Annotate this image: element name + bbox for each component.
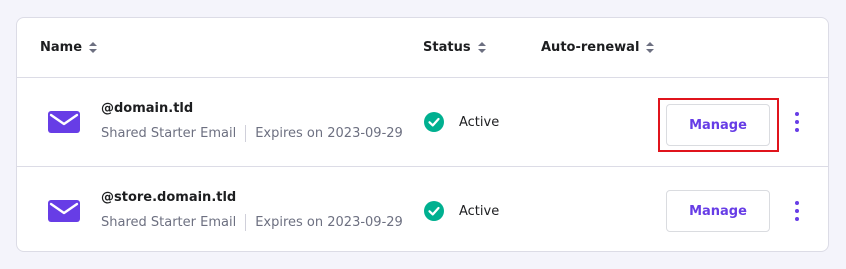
expiry-date: Expires on 2023-09-29 (255, 215, 403, 230)
table-row: @domain.tld Shared Starter Email Expires… (17, 78, 828, 166)
column-header-label: Auto-renewal (541, 40, 640, 55)
sort-arrows-icon (89, 42, 98, 53)
domain-name: @store.domain.tld (101, 190, 237, 205)
email-envelope-icon (48, 111, 80, 133)
divider (245, 214, 247, 231)
plan-info: Shared Starter Email Expires on 2023-09-… (101, 125, 403, 142)
sort-arrows-icon (646, 42, 655, 53)
table-header: Name Status Auto-renewal (17, 18, 828, 78)
kebab-menu-icon[interactable] (791, 201, 803, 221)
column-header-status[interactable]: Status (423, 40, 486, 55)
manage-button[interactable]: Manage (666, 190, 770, 232)
column-header-auto-renewal[interactable]: Auto-renewal (541, 40, 655, 55)
domain-name: @domain.tld (101, 101, 194, 116)
divider (245, 125, 247, 142)
check-circle-icon (424, 201, 444, 221)
status-badge: Active (459, 114, 500, 130)
kebab-menu-icon[interactable] (791, 112, 803, 132)
status-badge: Active (459, 203, 500, 219)
column-header-label: Status (423, 40, 471, 55)
sort-arrows-icon (477, 42, 486, 53)
manage-button[interactable]: Manage (666, 104, 770, 146)
plan-name: Shared Starter Email (101, 126, 237, 141)
plan-name: Shared Starter Email (101, 215, 237, 230)
check-circle-icon (424, 112, 444, 132)
status-cell: Active (424, 112, 499, 132)
status-cell: Active (424, 201, 499, 221)
table-row: @store.domain.tld Shared Starter Email E… (17, 166, 828, 251)
email-accounts-table: Name Status Auto-renewal @domain.tld Sha… (16, 17, 829, 252)
column-header-label: Name (40, 40, 83, 55)
column-header-name[interactable]: Name (40, 40, 98, 55)
email-envelope-icon (48, 200, 80, 222)
expiry-date: Expires on 2023-09-29 (255, 126, 403, 141)
plan-info: Shared Starter Email Expires on 2023-09-… (101, 214, 403, 231)
